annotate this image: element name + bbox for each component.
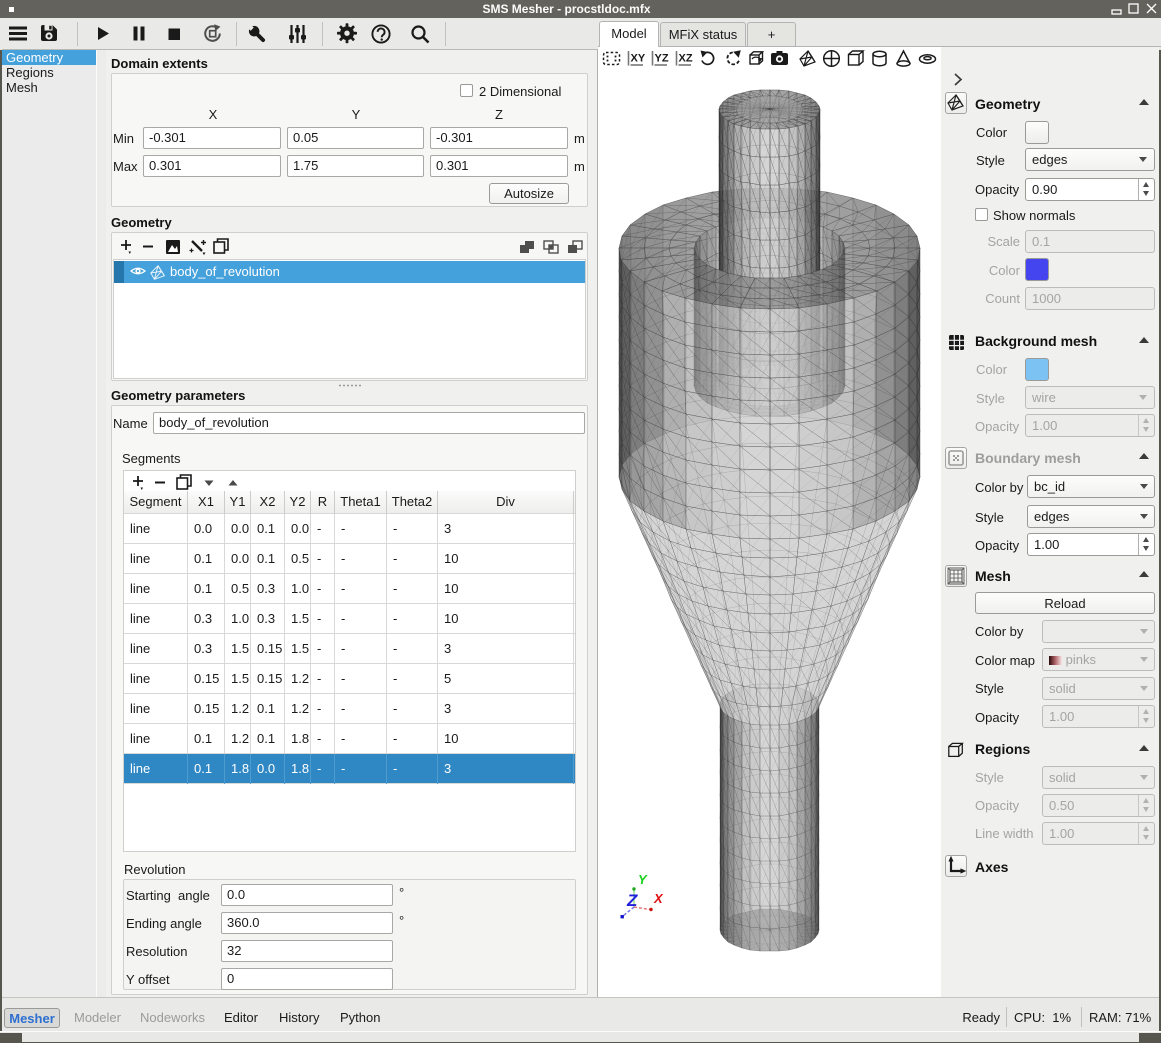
svg-text:Y: Y xyxy=(638,872,648,887)
svg-text:Z: Z xyxy=(626,891,638,910)
svg-text:X: X xyxy=(653,891,664,906)
